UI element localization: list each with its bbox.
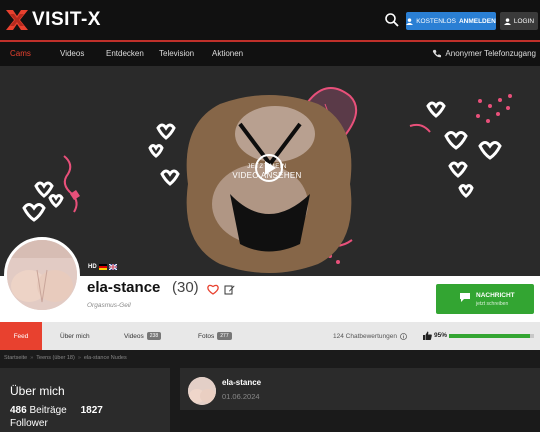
about-panel: Über mich 486 Beiträge 1827 Follower [0,368,170,432]
post-avatar-image [188,377,216,405]
user-icon [406,17,414,25]
video-preview[interactable] [180,94,358,274]
rating-percent: 95% [434,332,448,339]
breadcrumb-category[interactable]: Teens (über 18) [36,355,75,361]
profile-tagline: Orgasmus-Geil [87,302,131,309]
nav-item-videos[interactable]: Videos [60,49,84,58]
rating-bar [449,334,534,338]
profile-tabs: Feed Über mich Videos 238 Fotos 277 124 … [0,322,540,350]
tab-photos[interactable]: Fotos 277 [198,322,232,350]
tab-about-label: Über mich [60,332,90,340]
logo-x-icon [6,10,28,30]
edit-icon[interactable] [224,284,235,295]
login-label: LOGIN [513,17,535,25]
post-date: 01.06.2024 [222,392,260,401]
login-button[interactable]: LOGIN [500,12,538,30]
message-button[interactable]: NACHRICHT jetzt schreiben [436,284,534,314]
breadcrumb-home[interactable]: Startseite [4,355,27,361]
followers-count: 1827 [80,405,103,416]
hero-banner: JETZT MEIN VIDEO ANSEHEN [0,66,540,276]
tab-photos-label: Fotos [198,332,215,340]
nav-item-cams[interactable]: Cams [10,49,31,58]
thumbs-up-icon [423,331,432,340]
post-author[interactable]: ela-stance [222,378,261,387]
register-bold: ANMELDEN [458,17,496,25]
message-label: NACHRICHT [476,292,515,299]
search-icon[interactable] [384,12,400,28]
breadcrumb-current: ela-stance Nudes [83,355,127,361]
top-bar: VISIT-X KOSTENLOS ANMELDEN LOGIN [0,0,540,40]
tab-videos[interactable]: Videos 238 [124,322,162,350]
breadcrumb-separator: » [77,355,81,361]
posts-label: Beiträge [29,405,67,416]
nav-item-television[interactable]: Television [159,49,194,58]
photos-count-badge: 277 [217,332,232,340]
anonymous-phone-link[interactable]: Anonymer Telefonzugang [432,49,536,58]
main-nav: Cams Videos Entdecken Television Aktione… [0,42,540,66]
breadcrumb: Startseite » Teens (über 18) » ela-stanc… [4,355,127,361]
hd-badge: HD [88,264,97,270]
profile-page: VISIT-X KOSTENLOS ANMELDEN LOGIN Cams Vid… [0,0,540,432]
heart-icon[interactable] [207,284,219,295]
video-caption: JETZT MEIN VIDEO ANSEHEN [200,164,334,180]
avatar-image [7,240,77,310]
ratings-label: 124 Chatbewertungen [333,332,397,340]
post-body [180,410,540,432]
tab-feed[interactable]: Feed [0,322,42,350]
brand-name: VISIT-X [32,9,101,30]
posts-count: 486 [10,405,27,416]
profile-badges: HD [88,264,117,270]
chat-ratings[interactable]: 124 Chatbewertungen [333,322,407,350]
breadcrumb-separator: » [30,355,34,361]
message-sublabel: jetzt schreiben [476,301,509,307]
tab-about[interactable]: Über mich [60,322,90,350]
german-flag-icon [98,264,107,270]
nav-item-aktionen[interactable]: Aktionen [212,49,243,58]
videos-count-badge: 238 [146,332,162,340]
anonymous-phone-label: Anonymer Telefonzugang [445,49,536,58]
register-button[interactable]: KOSTENLOS ANMELDEN [406,12,496,30]
feed-post: ela-stance 01.06.2024 [180,368,540,432]
uk-flag-icon [108,264,117,270]
register-prefix: KOSTENLOS [416,17,456,25]
avatar[interactable] [4,237,80,313]
info-icon [400,332,407,340]
tab-videos-label: Videos [124,332,144,340]
about-stats: 486 Beiträge 1827 Follower [10,404,160,430]
post-avatar[interactable] [188,377,216,405]
about-title: Über mich [10,384,65,398]
chat-icon [460,293,470,302]
tab-feed-label: Feed [13,332,29,340]
nav-item-entdecken[interactable]: Entdecken [106,49,144,58]
phone-icon [433,49,442,58]
brand-logo[interactable]: VISIT-X [6,9,101,31]
profile-age: (30) [172,279,199,296]
rating-bar-fill [449,334,530,338]
video-caption-line2: VIDEO ANSEHEN [232,171,302,180]
followers-label: Follower [10,418,48,429]
video-caption-line1: JETZT MEIN [247,164,287,170]
user-icon [503,17,511,25]
profile-username: ela-stance [87,279,161,296]
